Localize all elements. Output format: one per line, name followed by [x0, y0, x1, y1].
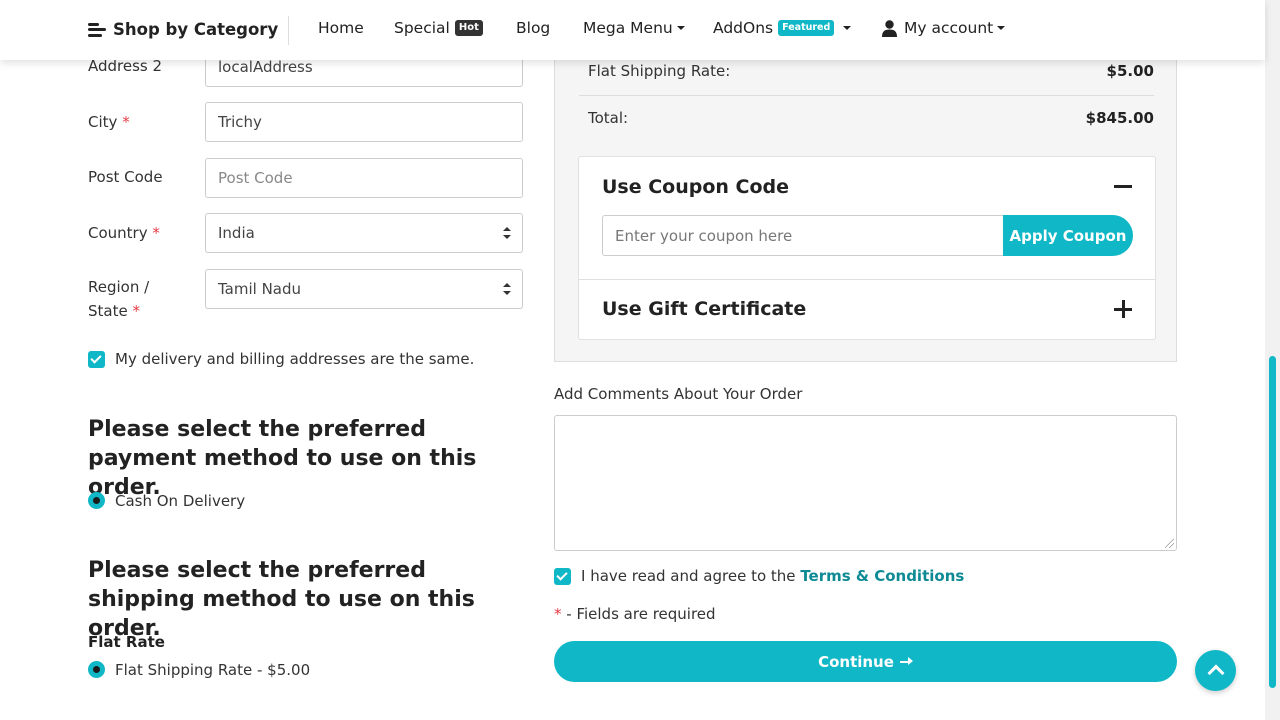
region-select[interactable]: Tamil Nadu — [205, 269, 523, 309]
nav-special[interactable]: Special Hot — [394, 19, 483, 37]
order-totals-panel: Flat Shipping Rate: $5.00 Total: $845.00… — [554, 40, 1177, 362]
gift-certificate-title[interactable]: Use Gift Certificate — [602, 298, 806, 320]
terms-link[interactable]: Terms & Conditions — [800, 567, 964, 585]
continue-button[interactable]: Continue — [554, 641, 1177, 682]
required-asterisk: * — [132, 302, 141, 320]
cash-on-delivery-label: Cash On Delivery — [115, 492, 246, 510]
caret-down-icon — [997, 26, 1006, 30]
nav-addons[interactable]: AddOns Featured — [713, 19, 852, 37]
flat-shipping-label: Flat Shipping Rate - $5.00 — [115, 661, 311, 679]
nav-mega-menu[interactable]: Mega Menu — [583, 19, 685, 37]
shipping-rate-value: $5.00 — [1106, 62, 1154, 80]
country-select[interactable]: India — [205, 213, 523, 253]
city-input[interactable]: Trichy — [205, 102, 523, 142]
accordion-divider — [579, 279, 1155, 280]
total-value: $845.00 — [1085, 109, 1154, 127]
coupon-input[interactable]: Enter your coupon here — [602, 215, 1004, 256]
page-scrollbar[interactable] — [1265, 0, 1280, 720]
same-address-label: My delivery and billing addresses are th… — [115, 350, 475, 368]
caret-down-icon — [843, 26, 852, 30]
menu-icon — [88, 22, 106, 37]
payment-method-heading: Please select the preferred payment meth… — [88, 417, 477, 500]
postcode-input[interactable]: Post Code — [205, 158, 523, 198]
user-icon — [882, 19, 897, 37]
apply-coupon-button[interactable]: Apply Coupon — [1003, 215, 1133, 256]
caret-down-icon — [676, 26, 685, 30]
expand-icon[interactable] — [1114, 300, 1132, 318]
featured-badge: Featured — [778, 20, 835, 36]
scroll-to-top-button[interactable] — [1195, 650, 1236, 691]
shop-by-category-label: Shop by Category — [113, 20, 279, 39]
cash-on-delivery-radio[interactable] — [88, 492, 105, 509]
select-arrows-icon — [503, 283, 511, 295]
collapse-icon[interactable] — [1114, 185, 1132, 188]
comments-textarea[interactable] — [554, 415, 1177, 551]
required-note: * - Fields are required — [554, 605, 716, 623]
nav-divider — [288, 16, 289, 45]
totals-divider — [579, 95, 1154, 96]
same-address-checkbox[interactable] — [88, 351, 105, 368]
select-arrows-icon — [503, 227, 511, 239]
top-navbar: Shop by Category Home Special Hot Blog M… — [0, 0, 1265, 60]
shop-by-category-button[interactable]: Shop by Category — [88, 20, 278, 39]
required-asterisk: * — [152, 224, 160, 242]
scrollbar-thumb[interactable] — [1269, 356, 1276, 688]
coupon-title[interactable]: Use Coupon Code — [602, 176, 789, 198]
required-asterisk: * — [122, 113, 130, 131]
hot-badge: Hot — [454, 20, 483, 36]
nav-blog[interactable]: Blog — [516, 19, 550, 37]
terms-label: I have read and agree to the Terms & Con… — [581, 567, 965, 585]
total-row: Total: $845.00 — [588, 109, 1154, 127]
shipping-method-heading: Please select the preferred shipping met… — [88, 558, 475, 641]
flat-rate-group-label: Flat Rate — [88, 633, 165, 651]
nav-home[interactable]: Home — [318, 19, 364, 37]
arrow-right-icon — [899, 657, 913, 666]
comments-label: Add Comments About Your Order — [554, 385, 803, 403]
resize-grip-icon[interactable] — [1165, 539, 1174, 548]
flat-shipping-radio[interactable] — [88, 661, 105, 678]
shipping-rate-row: Flat Shipping Rate: $5.00 — [588, 62, 1154, 80]
nav-my-account[interactable]: My account — [882, 19, 1006, 37]
terms-checkbox[interactable] — [554, 568, 571, 585]
coupon-accordion: Use Coupon Code Enter your coupon here A… — [578, 156, 1156, 340]
postcode-label: Post Code — [88, 168, 163, 186]
region-label: Region / State * — [88, 278, 150, 320]
city-label: City * — [88, 113, 130, 131]
country-label: Country * — [88, 224, 160, 242]
